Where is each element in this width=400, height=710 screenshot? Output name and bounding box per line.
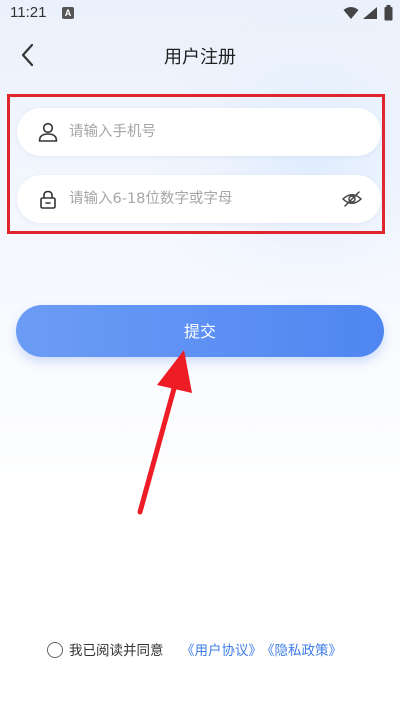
signal-icon <box>363 7 377 19</box>
agreement-text: 我已阅读并同意 <box>69 643 164 659</box>
password-field[interactable] <box>17 175 381 223</box>
phone-field[interactable] <box>17 108 381 156</box>
battery-icon <box>384 5 393 21</box>
register-page: 11:21 A 用户注册 请输入手机号 提交 我已阅读并同意 《用户协议》 《隐… <box>0 0 400 710</box>
status-bar: 11:21 A <box>0 0 400 28</box>
status-time: 11:21 <box>10 4 47 21</box>
phone-input[interactable] <box>69 108 329 156</box>
notification-icon: A <box>62 7 74 19</box>
submit-button[interactable]: 提交 <box>16 305 384 357</box>
page-title: 用户注册 <box>164 47 236 68</box>
password-input[interactable] <box>69 175 329 223</box>
eye-off-icon[interactable] <box>341 188 363 210</box>
wifi-icon <box>343 7 359 19</box>
privacy-policy-link[interactable]: 《隐私政策》 <box>261 641 342 661</box>
agree-checkbox[interactable] <box>47 642 63 658</box>
user-agreement-link[interactable]: 《用户协议》 <box>181 641 262 661</box>
lock-icon <box>40 190 56 209</box>
user-icon <box>38 122 58 142</box>
